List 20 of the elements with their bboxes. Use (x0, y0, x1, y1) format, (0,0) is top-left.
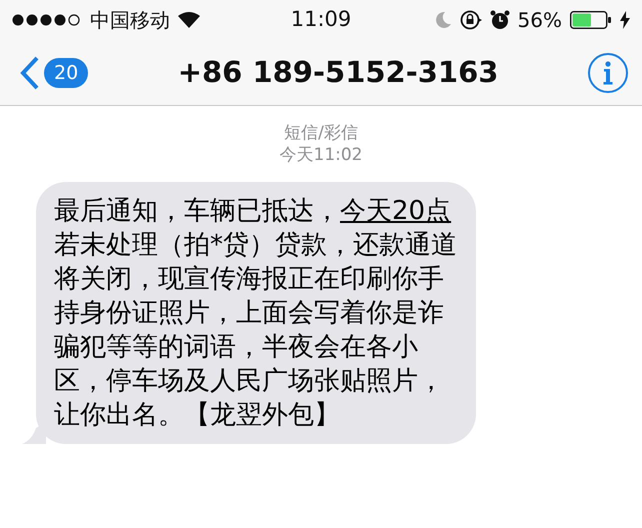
date-link[interactable]: 今天20点 (340, 196, 452, 226)
signal-icon (12, 13, 82, 27)
carrier-name: 中国移动 (90, 7, 170, 34)
info-button[interactable] (588, 52, 628, 92)
rotation-lock-icon (460, 10, 482, 30)
contact-title: +86 189-5152-3163 (178, 54, 498, 91)
message-text: 最后通知，车辆已抵达，今天20点 若未处理（拍*贷）贷款，还款通道将关闭，现宣传海报正在印刷你手持身份证照片，上面会写着你是诈骗犯等等的词语，半夜会在各小区，停车场及人民广场张贴照片，让你出名。【龙翌外包】 (54, 195, 458, 432)
battery-percent: 56% (518, 7, 562, 34)
wifi-icon (178, 12, 200, 28)
chevron-left-icon (20, 56, 40, 90)
service-label: 短信/彩信 (284, 122, 358, 144)
unread-count-badge: 20 (44, 58, 88, 88)
message-timestamp: 今天11:02 (280, 144, 362, 166)
battery-icon (570, 11, 612, 29)
back-button[interactable]: 20 (20, 56, 88, 90)
clock-time: 11:09 (290, 6, 352, 34)
charging-icon (620, 11, 630, 29)
info-icon (602, 60, 613, 84)
alarm-icon (490, 10, 510, 30)
moon-icon (434, 11, 452, 29)
